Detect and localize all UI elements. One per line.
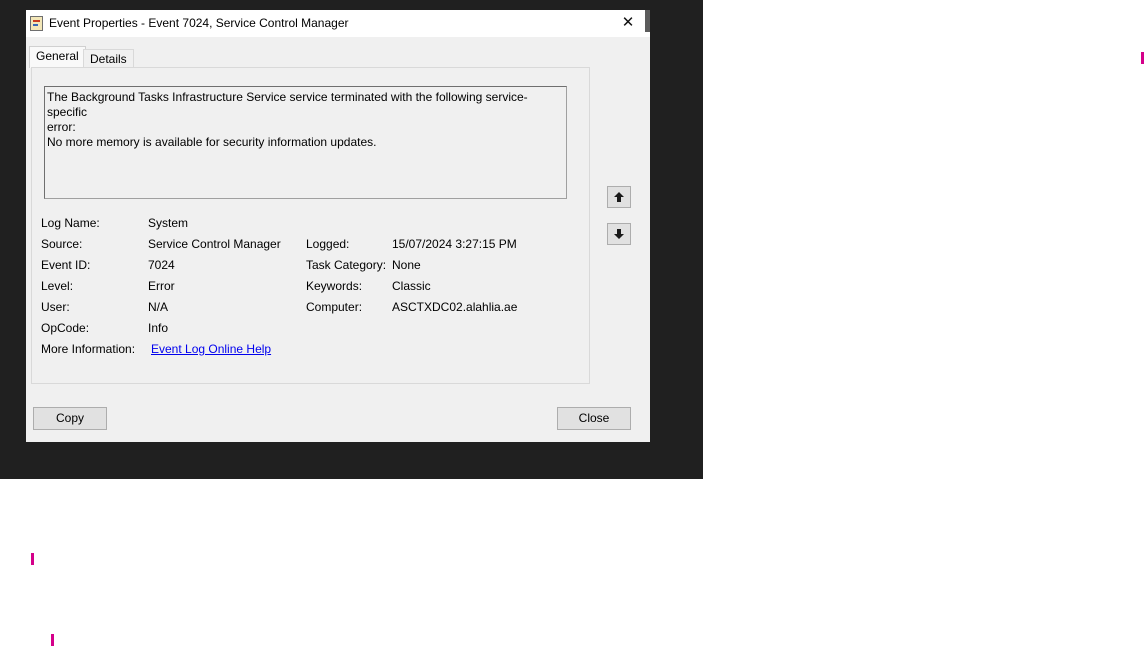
event-viewer-icon	[30, 16, 43, 31]
opcode-value: Info	[148, 321, 169, 335]
next-event-button[interactable]	[607, 223, 631, 245]
arrow-down-icon	[614, 229, 624, 239]
keywords-value: Classic	[392, 279, 431, 293]
description-box[interactable]: The Background Tasks Infrastructure Serv…	[44, 86, 567, 199]
event-id-value: 7024	[148, 258, 175, 272]
logged-value: 15/07/2024 3:27:15 PM	[392, 237, 517, 251]
cursor-marker	[51, 634, 54, 646]
level-label: Level:	[41, 279, 74, 293]
description-text: The Background Tasks Infrastructure Serv…	[47, 90, 528, 119]
title-bar[interactable]: Event Properties - Event 7024, Service C…	[26, 10, 650, 37]
copy-button[interactable]: Copy	[33, 407, 107, 430]
event-id-label: Event ID:	[41, 258, 91, 272]
cursor-marker	[1141, 52, 1144, 64]
previous-event-button[interactable]	[607, 186, 631, 208]
source-value: Service Control Manager	[148, 237, 281, 251]
close-button[interactable]: Close	[557, 407, 631, 430]
tab-general[interactable]: General	[29, 46, 86, 68]
opcode-label: OpCode:	[41, 321, 90, 335]
window-edge	[645, 10, 650, 32]
logged-label: Logged:	[306, 237, 350, 251]
log-name-label: Log Name:	[41, 216, 100, 230]
level-value: Error	[148, 279, 175, 293]
event-log-online-help-link[interactable]: Event Log Online Help	[151, 342, 271, 356]
general-panel: The Background Tasks Infrastructure Serv…	[31, 67, 590, 384]
task-category-label: Task Category:	[306, 258, 387, 272]
description-text: No more memory is available for security…	[47, 135, 377, 149]
description-text: error:	[47, 120, 76, 134]
source-label: Source:	[41, 237, 83, 251]
event-properties-window: Event Properties - Event 7024, Service C…	[26, 10, 650, 442]
arrow-up-icon	[614, 192, 624, 202]
user-value: N/A	[148, 300, 169, 314]
task-category-value: None	[392, 258, 421, 272]
log-name-value: System	[148, 216, 189, 230]
window-title: Event Properties - Event 7024, Service C…	[49, 16, 349, 30]
user-label: User:	[41, 300, 70, 314]
computer-label: Computer:	[306, 300, 363, 314]
more-information-label: More Information:	[41, 342, 136, 356]
tab-details[interactable]: Details	[83, 49, 134, 69]
cursor-marker	[31, 553, 34, 565]
keywords-label: Keywords:	[306, 279, 363, 293]
close-window-button[interactable]: ✕	[616, 12, 640, 34]
computer-value: ASCTXDC02.alahlia.ae	[392, 300, 518, 314]
